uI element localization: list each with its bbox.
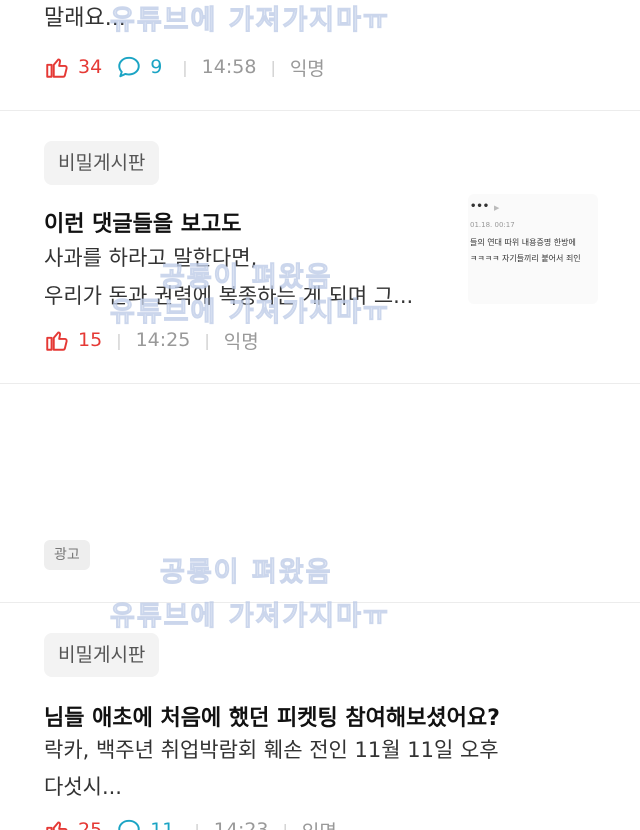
comment-count: 9: [150, 56, 163, 78]
comment-icon[interactable]: [116, 817, 142, 830]
thumbnail-text-line2: ㅋㅋㅋㅋ 자기들끼리 붙어서 죄인: [470, 254, 581, 263]
post-excerpt: 말래요...: [44, 6, 126, 31]
separator: |: [182, 57, 188, 77]
like-count: 15: [78, 329, 103, 351]
ad-section[interactable]: [0, 384, 640, 602]
like-count: 25: [78, 819, 103, 830]
post-title: 이런 댓글들을 보고도: [44, 212, 242, 237]
thumbs-up-icon[interactable]: [44, 817, 70, 830]
post-title: 님들 애초에 처음에 했던 피켓팅 참여해보셨어요?: [44, 706, 500, 731]
separator: |: [194, 820, 200, 830]
post-excerpt-line2: 다섯시...: [44, 775, 122, 799]
comment-count: 11: [150, 819, 175, 830]
like-count: 34: [78, 56, 103, 78]
separator: |: [270, 57, 276, 77]
board-chip[interactable]: 비밀게시판: [44, 141, 160, 185]
post-time: 14:23: [213, 819, 269, 830]
post-meta: 34 9 | 14:58 | 익명: [44, 52, 325, 82]
thumbnail-date: 01.18. 00:17: [470, 221, 515, 229]
post-excerpt-line2: 우리가 돈과 권력에 복종하는 게 되며 그...: [44, 284, 414, 308]
thumbs-up-icon[interactable]: [44, 54, 70, 80]
play-icon: ▶: [494, 204, 500, 212]
post-excerpt-line1: 사과를 하라고 말한다면,: [44, 246, 258, 270]
comment-icon[interactable]: [116, 54, 142, 80]
thumbs-up-icon[interactable]: [44, 327, 70, 353]
more-icon: •••: [470, 201, 490, 212]
post-meta: 15 | 14:25 | 익명: [44, 325, 259, 355]
post-excerpt-line1: 락카, 백주년 취업박람회 훼손 전인 11월 11일 오후: [44, 738, 499, 762]
ad-badge: 광고: [44, 540, 90, 570]
post-thumbnail[interactable]: ••• ▶ 01.18. 00:17 들의 연대 따위 내용증명 한방에 ㅋㅋㅋ…: [468, 194, 598, 304]
post-item-2[interactable]: 비밀게시판 님들 애초에 처음에 했던 피켓팅 참여해보셨어요? 락카, 백주년…: [0, 603, 640, 830]
thumbnail-text-line1: 들의 연대 따위 내용증명 한방에: [470, 238, 576, 247]
post-meta: 25 11 | 14:23 | 익명: [44, 815, 337, 830]
separator: |: [116, 330, 122, 350]
post-author: 익명: [302, 817, 337, 830]
board-chip[interactable]: 비밀게시판: [44, 633, 160, 677]
post-time: 14:25: [135, 329, 191, 351]
separator: |: [204, 330, 210, 350]
post-author: 익명: [289, 57, 325, 80]
separator: |: [282, 820, 288, 830]
post-time: 14:58: [201, 56, 257, 78]
post-author: 익명: [223, 330, 259, 353]
post-item-0[interactable]: 말래요... 34 9 | 14:58 | 익명: [0, 0, 640, 110]
